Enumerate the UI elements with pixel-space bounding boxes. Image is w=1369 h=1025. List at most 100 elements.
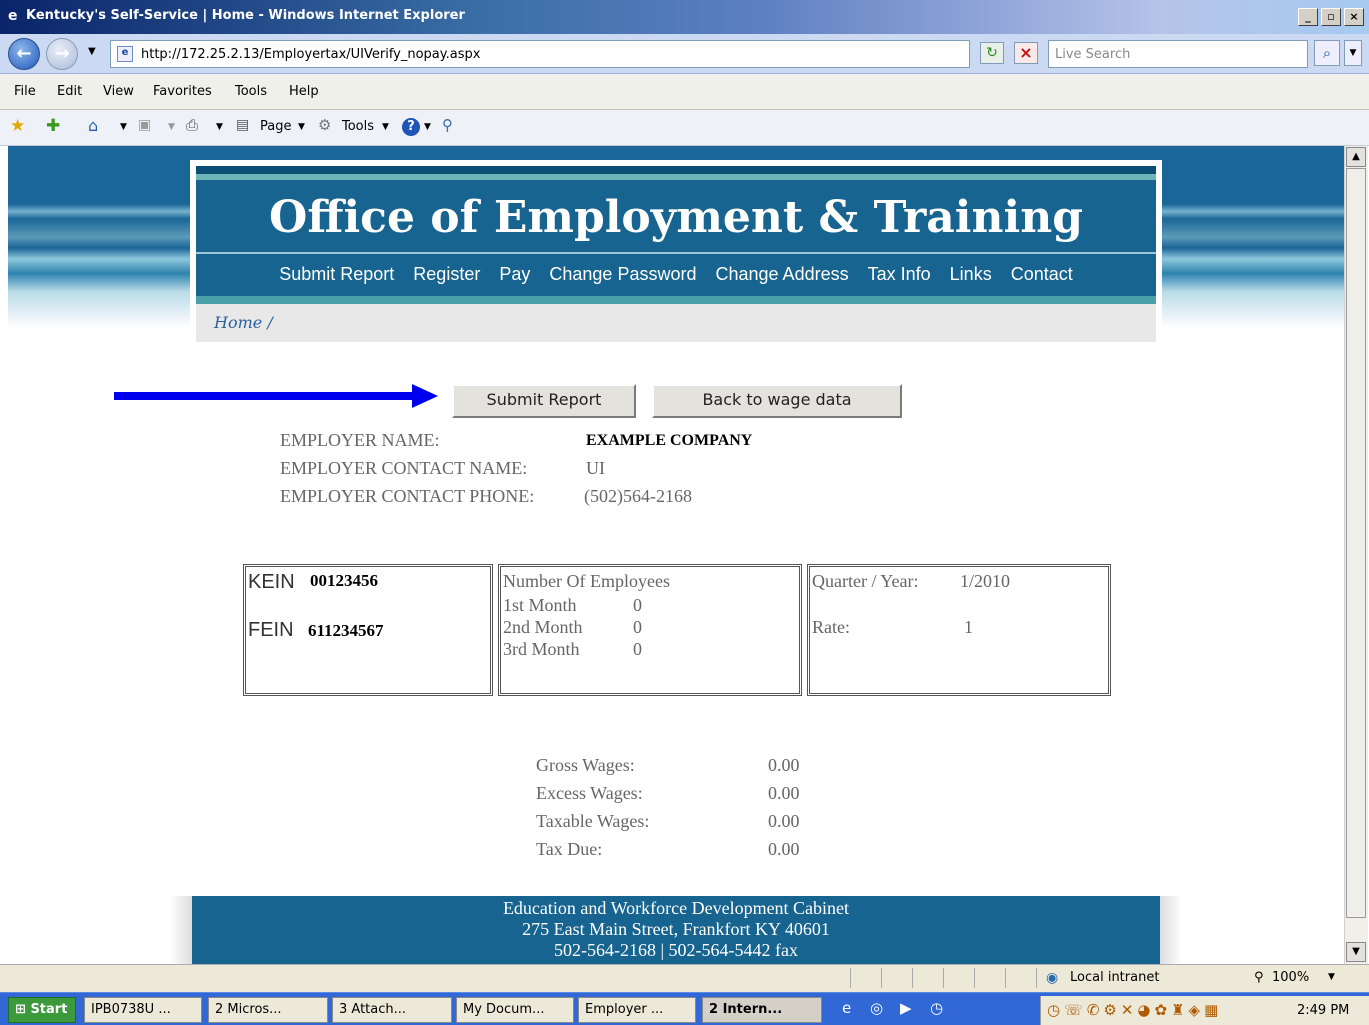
nav-change-password[interactable]: Change Password: [549, 264, 696, 284]
quicklaunch-outlook-icon[interactable]: ◎: [870, 999, 883, 1017]
maximize-button[interactable]: ▫: [1321, 8, 1341, 26]
ids-box: KEIN 00123456 FEIN 611234567: [243, 564, 493, 696]
search-input[interactable]: Live Search: [1048, 40, 1308, 68]
stop-icon[interactable]: ×: [1014, 42, 1038, 64]
quarter-value: 1/2010: [960, 571, 1011, 591]
feeds-icon[interactable]: ▣: [138, 117, 151, 133]
page-icon: e: [117, 46, 133, 62]
employees-box: Number Of Employees 1st Month 0 2nd Mont…: [498, 564, 802, 696]
clock: 2:49 PM: [1297, 1003, 1350, 1018]
month2-label: 2nd Month: [503, 617, 583, 637]
search-placeholder: Live Search: [1055, 47, 1131, 62]
employer-contact-label: EMPLOYER CONTACT NAME:: [280, 458, 528, 478]
quicklaunch-ie-icon[interactable]: e: [842, 999, 851, 1017]
site-nav: Submit Report Register Pay Change Passwo…: [196, 264, 1156, 285]
ie-logo-icon: e: [8, 8, 18, 24]
search-icon[interactable]: ⌕: [1314, 40, 1340, 66]
history-dropdown-icon[interactable]: ▼: [88, 46, 96, 57]
employees-heading: Number Of Employees: [503, 571, 670, 591]
start-label: Start: [30, 1002, 68, 1017]
search-options-icon[interactable]: ▼: [1344, 40, 1362, 66]
scroll-thumb[interactable]: [1346, 168, 1366, 918]
employer-name-value: EXAMPLE COMPANY: [586, 432, 753, 449]
menu-help[interactable]: Help: [289, 84, 319, 99]
kein-value: 00123456: [310, 571, 378, 590]
page-dropdown-icon[interactable]: ▼: [298, 122, 305, 132]
employer-phone-value: (502)564-2168: [584, 486, 692, 506]
task-employer[interactable]: Employer ...: [578, 997, 696, 1023]
command-bar: ★ ✚ ⌂ ▼ ▣ ▼ ⎙ ▼ ▤ Page ▼ ⚙ Tools ▼ ? ▼ ⚲: [0, 110, 1369, 146]
quarter-label: Quarter / Year:: [812, 571, 919, 591]
status-bar: ◉ Local intranet ⚲ 100% ▼: [0, 964, 1369, 992]
fein-label: FEIN: [248, 619, 294, 641]
help-dropdown-icon[interactable]: ▼: [424, 122, 431, 132]
back-to-wage-data-button[interactable]: Back to wage data: [652, 384, 902, 418]
submit-report-button[interactable]: Submit Report: [452, 384, 636, 418]
menu-edit[interactable]: Edit: [57, 84, 82, 99]
breadcrumb-home[interactable]: Home /: [214, 313, 273, 332]
menu-tools[interactable]: Tools: [235, 84, 267, 99]
favorites-star-icon[interactable]: ★: [10, 116, 25, 136]
window-title: Kentucky's Self-Service | Home - Windows…: [26, 8, 465, 23]
tools-dropdown-icon[interactable]: ▼: [382, 122, 389, 132]
month3-value: 0: [633, 639, 642, 659]
quicklaunch-clock-icon[interactable]: ◷: [930, 999, 943, 1017]
fein-value: 611234567: [308, 621, 384, 640]
page-menu[interactable]: Page: [260, 119, 291, 134]
start-button[interactable]: ⊞ Start: [8, 997, 76, 1023]
rate-label: Rate:: [812, 617, 850, 637]
menu-favorites[interactable]: Favorites: [153, 84, 212, 99]
tray-icons[interactable]: ◷☏✆⚙✕◕✿♜◈▦: [1047, 1001, 1222, 1019]
add-favorite-icon[interactable]: ✚: [46, 116, 60, 136]
task-attach[interactable]: 3 Attach...: [332, 997, 452, 1023]
site-title: Office of Employment & Training: [269, 192, 1083, 243]
vertical-scrollbar[interactable]: ▲ ▼: [1344, 146, 1368, 964]
feeds-dropdown-icon[interactable]: ▼: [168, 122, 175, 132]
nav-tax-info[interactable]: Tax Info: [868, 264, 931, 284]
task-ipb[interactable]: IPB0738U ...: [84, 997, 202, 1023]
nav-links[interactable]: Links: [950, 264, 992, 284]
task-micros[interactable]: 2 Micros...: [208, 997, 328, 1023]
zone-label: Local intranet: [1070, 970, 1160, 985]
employer-contact-value: UI: [586, 458, 605, 478]
help-icon[interactable]: ?: [402, 118, 420, 136]
close-window-button[interactable]: ×: [1344, 8, 1364, 26]
zoom-level[interactable]: 100%: [1272, 970, 1309, 985]
scroll-up-icon[interactable]: ▲: [1346, 147, 1366, 167]
taxable-wages-label: Taxable Wages:: [536, 811, 650, 831]
url-input[interactable]: e http://172.25.2.13/Employertax/UIVerif…: [110, 40, 970, 68]
back-nav-icon[interactable]: ←: [8, 38, 40, 70]
zoom-dropdown-icon[interactable]: ▼: [1328, 972, 1335, 982]
print-icon[interactable]: ⎙: [186, 116, 198, 134]
month1-value: 0: [633, 595, 642, 615]
footer-shadow-left: [170, 896, 192, 964]
system-tray: ◷☏✆⚙✕◕✿♜◈▦ 2:49 PM: [1040, 996, 1369, 1025]
task-my-documents[interactable]: My Docum...: [456, 997, 574, 1023]
print-dropdown-icon[interactable]: ▼: [216, 122, 223, 132]
task-internet-explorer[interactable]: 2 Intern...: [702, 997, 822, 1023]
window-titlebar: e Kentucky's Self-Service | Home - Windo…: [0, 0, 1369, 34]
refresh-icon[interactable]: ↻: [980, 42, 1004, 64]
home-icon[interactable]: ⌂: [88, 116, 98, 135]
nav-submit-report[interactable]: Submit Report: [279, 264, 394, 284]
menu-view[interactable]: View: [103, 84, 134, 99]
month2-value: 0: [633, 617, 642, 637]
nav-contact[interactable]: Contact: [1011, 264, 1073, 284]
url-text: http://172.25.2.13/Employertax/UIVerify_…: [141, 47, 481, 62]
scroll-down-icon[interactable]: ▼: [1346, 942, 1366, 962]
month1-label: 1st Month: [503, 595, 577, 615]
status-panels: [850, 968, 1040, 988]
menu-file[interactable]: File: [14, 84, 36, 99]
nav-change-address[interactable]: Change Address: [716, 264, 849, 284]
site-footer: Education and Workforce Development Cabi…: [192, 896, 1160, 964]
forward-nav-icon[interactable]: →: [46, 38, 78, 70]
minimize-button[interactable]: _: [1298, 8, 1318, 26]
research-icon[interactable]: ⚲: [442, 116, 453, 134]
nav-register[interactable]: Register: [413, 264, 480, 284]
rate-value: 1: [964, 617, 973, 637]
tools-menu[interactable]: Tools: [342, 119, 374, 134]
quicklaunch-media-icon[interactable]: ▶: [900, 999, 912, 1017]
home-dropdown-icon[interactable]: ▼: [120, 122, 127, 132]
header-band-right: [1162, 146, 1344, 328]
nav-pay[interactable]: Pay: [499, 264, 530, 284]
